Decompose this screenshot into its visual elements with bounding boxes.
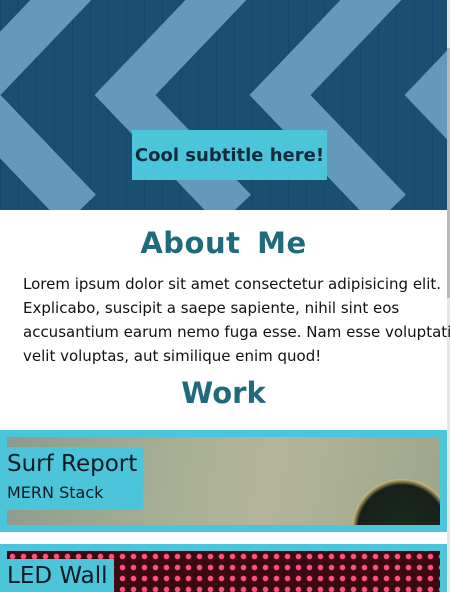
about-paragraph: Lorem ipsum dolor sit amet consectetur a…: [23, 272, 450, 368]
project-card-led-wall[interactable]: LED Wall: [0, 544, 447, 592]
project-label: Surf Report MERN Stack: [7, 447, 144, 510]
about-heading: About Me: [140, 226, 307, 260]
project-image[interactable]: Surf Report MERN Stack: [7, 437, 440, 525]
work-heading: Work: [181, 376, 266, 410]
about-line: accusantium earum nemo fuga esse. Nam es…: [23, 323, 450, 341]
hero-subtitle: Cool subtitle here!: [132, 130, 327, 180]
about-line: Explicabo, suscipit a saepe sapiente, ni…: [23, 299, 400, 317]
about-line: Lorem ipsum dolor sit amet consectetur a…: [23, 275, 442, 293]
portfolio-page: Cool subtitle here! About Me Lorem ipsum…: [0, 0, 450, 592]
project-subtitle: MERN Stack: [7, 483, 104, 502]
project-card-surf-report[interactable]: Surf Report MERN Stack: [0, 430, 447, 532]
project-title: LED Wall: [7, 563, 108, 589]
about-line: velit voluptas, aut similique enim quod!: [23, 347, 322, 365]
project-image[interactable]: LED Wall: [7, 551, 440, 592]
project-title: Surf Report: [7, 451, 138, 477]
hero-banner: Cool subtitle here!: [0, 0, 447, 210]
project-label: LED Wall: [7, 559, 114, 592]
